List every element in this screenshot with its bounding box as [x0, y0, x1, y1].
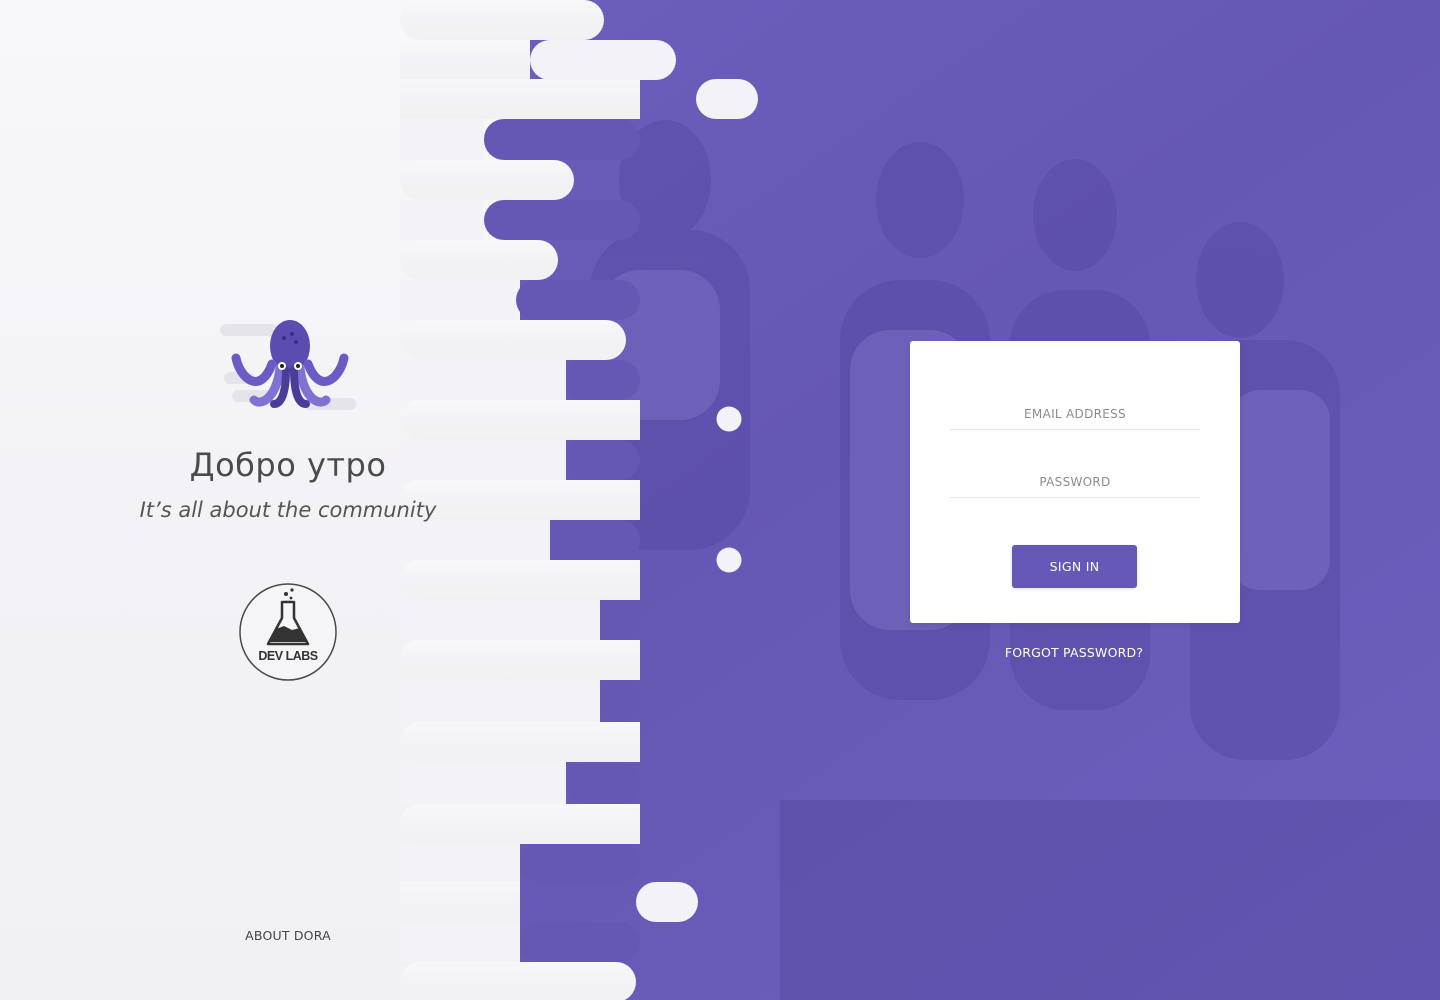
sign-in-button[interactable]: SIGN IN [1012, 545, 1137, 588]
devlabs-logo-text: DEV LABS [258, 649, 317, 663]
octopus-logo-icon [220, 320, 356, 410]
email-field[interactable] [950, 399, 1200, 430]
login-card: SIGN IN [910, 341, 1240, 623]
greeting-title: Добро утро [189, 446, 387, 484]
forgot-password-link[interactable]: FORGOT PASSWORD? [960, 645, 1188, 660]
about-link[interactable]: ABOUT DORA [218, 928, 358, 943]
password-field[interactable] [950, 467, 1200, 498]
tagline: It’s all about the community [139, 498, 437, 522]
flask-logo-icon: DEV LABS [239, 583, 337, 681]
